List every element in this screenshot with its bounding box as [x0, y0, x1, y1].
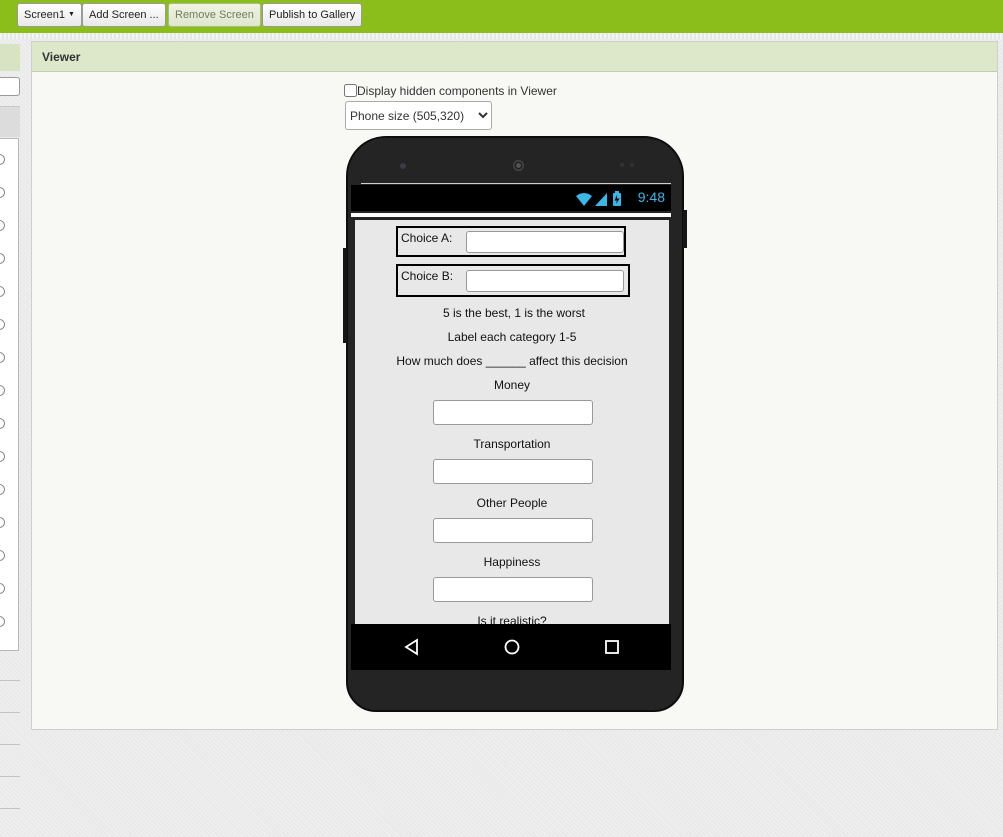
viewer-title: Viewer: [42, 50, 81, 64]
category-label-realistic: Is it realistic?: [477, 614, 547, 624]
screen-dropdown-button[interactable]: Screen1 ▼: [17, 3, 82, 27]
toolbar-divider: [0, 33, 1003, 39]
list-item-radio[interactable]: [0, 187, 5, 198]
title-bar: [351, 213, 671, 217]
hidden-components-label: Display hidden components in Viewer: [357, 84, 557, 98]
choice-a-label: Choice A:: [401, 231, 453, 245]
category-label-happiness: Happiness: [483, 555, 541, 569]
category-label-transportation: Transportation: [473, 437, 551, 451]
hidden-components-checkbox[interactable]: [344, 84, 357, 97]
category-label-other-people: Other People: [476, 496, 548, 510]
list-item-radio[interactable]: [0, 484, 5, 495]
instructions-label: Label each category 1-5: [447, 330, 577, 344]
speaker-icon: [513, 160, 524, 171]
wifi-signal-battery-icon: [576, 191, 621, 206]
list-item-radio[interactable]: [0, 517, 5, 528]
list-item-radio[interactable]: [0, 583, 5, 594]
phone-size-select[interactable]: Phone size (505,320): [345, 101, 492, 130]
status-clock: 9:48: [637, 189, 665, 205]
list-item-radio[interactable]: [0, 286, 5, 297]
happiness-input[interactable]: [433, 577, 593, 602]
publish-to-gallery-button[interactable]: Publish to Gallery: [262, 3, 363, 27]
choice-a-input[interactable]: [466, 231, 624, 253]
list-item-radio[interactable]: [0, 154, 5, 165]
viewer-header: Viewer: [32, 42, 997, 72]
power-button: [683, 210, 687, 248]
divider: [0, 680, 20, 681]
front-camera-icon: [400, 163, 406, 169]
remove-screen-button[interactable]: Remove Screen: [168, 3, 261, 27]
palette-list: [0, 138, 19, 651]
phone-preview: 9:48 Choice A: Choice B: 5 is the best, …: [343, 136, 687, 712]
status-icons: [575, 191, 623, 210]
choice-b-input[interactable]: [466, 270, 624, 292]
navigation-bar: [351, 624, 671, 670]
choice-b-row: Choice B:: [396, 264, 630, 297]
choice-a-row: Choice A:: [396, 226, 626, 257]
volume-button: [343, 248, 347, 343]
divider: [0, 808, 20, 809]
app-screen: Choice A: Choice B: 5 is the best, 1 is …: [355, 220, 669, 624]
chevron-down-icon: ▼: [67, 11, 75, 19]
divider: [0, 744, 20, 745]
list-item-radio[interactable]: [0, 220, 5, 231]
transportation-input[interactable]: [433, 459, 593, 484]
category-label-money: Money: [493, 378, 531, 392]
palette-category[interactable]: [0, 106, 20, 137]
screen-dropdown-label: Screen1: [24, 9, 65, 21]
list-item-radio[interactable]: [0, 385, 5, 396]
back-icon[interactable]: [404, 638, 420, 659]
choice-b-label: Choice B:: [401, 269, 454, 283]
question-label: How much does ______ affect this decisio…: [396, 354, 628, 368]
add-screen-button[interactable]: Add Screen ...: [82, 3, 166, 27]
palette-search-input[interactable]: [0, 77, 20, 96]
palette-header: [0, 44, 20, 71]
list-item-radio[interactable]: [0, 550, 5, 561]
status-bar: 9:48: [351, 185, 671, 211]
other-people-input[interactable]: [433, 518, 593, 543]
list-item-radio[interactable]: [0, 352, 5, 363]
home-icon[interactable]: [503, 638, 521, 659]
palette-panel-partial: [0, 44, 20, 837]
list-item-radio[interactable]: [0, 319, 5, 330]
list-item-radio[interactable]: [0, 418, 5, 429]
hidden-components-toggle[interactable]: Display hidden components in Viewer: [344, 84, 557, 98]
list-item-radio[interactable]: [0, 451, 5, 462]
rating-hint: 5 is the best, 1 is the worst: [442, 306, 586, 320]
divider: [0, 712, 20, 713]
money-input[interactable]: [433, 400, 593, 425]
list-item-radio[interactable]: [0, 253, 5, 264]
top-toolbar: Screen1 ▼ Add Screen ... Remove Screen Pu…: [0, 0, 1003, 33]
sensor-icon: [620, 163, 624, 167]
sensor-icon: [630, 163, 634, 167]
divider: [0, 776, 20, 777]
screen-edge: [361, 183, 671, 184]
recents-icon[interactable]: [603, 638, 621, 659]
list-item-radio[interactable]: [0, 616, 5, 627]
